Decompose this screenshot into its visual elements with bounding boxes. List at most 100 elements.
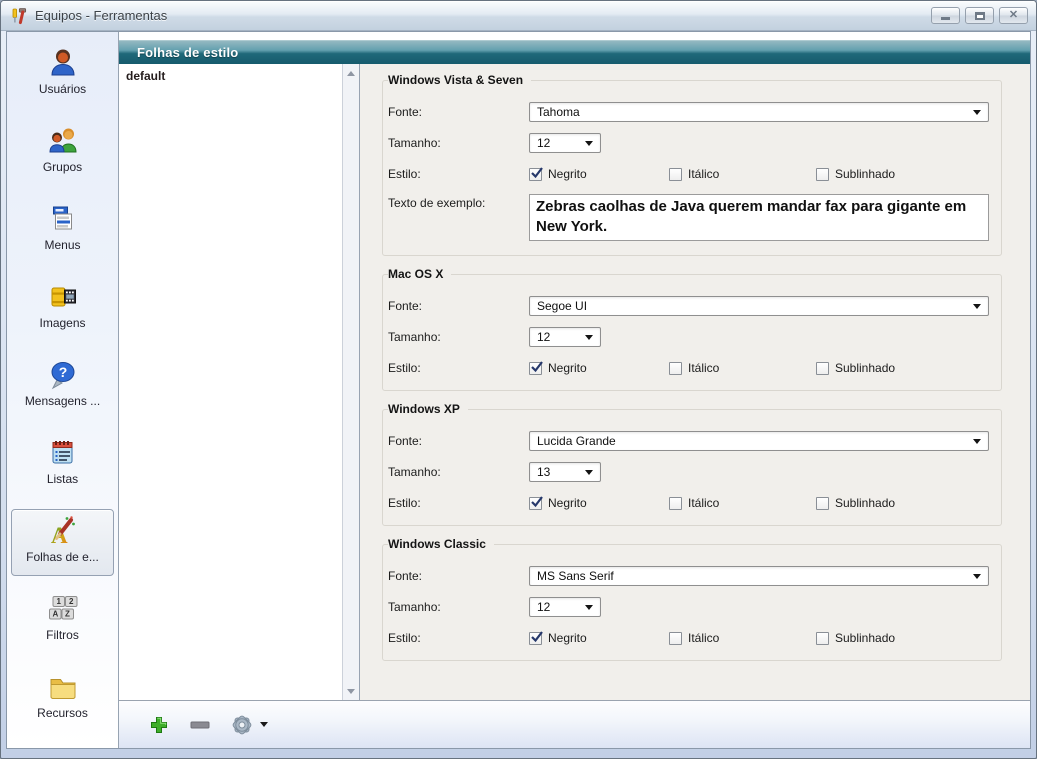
underline-checkbox-group[interactable]: Sublinhado [816,167,895,181]
underline-checkbox-label: Sublinhado [835,361,895,375]
size-label: Tamanho: [388,330,529,344]
size-select[interactable]: 13 [529,462,601,482]
section-title: Folhas de estilo [137,45,238,60]
italic-checkbox-group[interactable]: Itálico [669,496,816,510]
font-label: Fonte: [388,569,529,583]
minus-icon [190,721,210,729]
italic-checkbox-group[interactable]: Itálico [669,167,816,181]
sidebar-item-imagens[interactable]: Imagens [11,275,114,342]
sidebar-item-recursos[interactable]: Recursos [11,665,114,732]
sample-label: Texto de exemplo: [388,194,529,210]
bold-checkbox[interactable] [529,362,542,375]
italic-checkbox-group[interactable]: Itálico [669,631,816,645]
size-select-value: 12 [537,136,550,150]
bold-checkbox-label: Negrito [548,496,587,510]
menu-window-icon [47,201,79,237]
bold-checkbox-group[interactable]: Negrito [529,631,669,645]
group-windows-classic: Windows Classic Fonte: MS Sans Serif Tam… [382,544,1002,661]
font-select-value: Lucida Grande [537,434,616,448]
size-select-value: 12 [537,330,550,344]
underline-checkbox[interactable] [816,362,829,375]
sidebar-item-label: Recursos [37,706,88,720]
scroll-up-button[interactable] [345,67,358,79]
actions-menu-button[interactable] [231,714,268,736]
underline-checkbox[interactable] [816,632,829,645]
list-item-default[interactable]: default [119,66,342,86]
list-scrollbar[interactable] [342,64,359,700]
font-select[interactable]: Tahoma [529,102,989,122]
size-select[interactable]: 12 [529,133,601,153]
sidebar-item-label: Grupos [43,160,82,174]
add-button[interactable] [149,715,169,735]
sidebar-item-listas[interactable]: Listas [11,431,114,498]
italic-checkbox[interactable] [669,362,682,375]
remove-button[interactable] [190,721,210,729]
underline-checkbox-group[interactable]: Sublinhado [816,361,895,375]
italic-checkbox-label: Itálico [688,361,719,375]
film-roll-icon [47,279,79,315]
chevron-down-icon [585,335,593,340]
chevron-down-icon [585,470,593,475]
close-button[interactable]: ✕ [999,7,1028,24]
style-settings-panel: Windows Vista & Seven Fonte: Tahoma Tama… [360,64,1030,700]
stylesheet-list[interactable]: default [119,64,342,700]
group-title: Windows Vista & Seven [388,73,531,87]
bold-checkbox[interactable] [529,168,542,181]
style-label: Estilo: [388,631,529,645]
italic-checkbox[interactable] [669,632,682,645]
bold-checkbox-label: Negrito [548,167,587,181]
maximize-button[interactable] [965,7,994,24]
bold-checkbox-group[interactable]: Negrito [529,167,669,181]
chevron-down-icon [973,439,981,444]
bold-checkbox-group[interactable]: Negrito [529,361,669,375]
sidebar-item-label: Folhas de e... [26,550,99,564]
font-select[interactable]: Segoe UI [529,296,989,316]
sidebar-item-mensagens[interactable]: ? Mensagens ... [11,353,114,420]
sidebar-item-menus[interactable]: Menus [11,197,114,264]
sidebar-item-folhas-de-estilo[interactable]: A Folhas de e... [11,509,114,576]
underline-checkbox-label: Sublinhado [835,167,895,181]
bold-checkbox-group[interactable]: Negrito [529,496,669,510]
scroll-down-button[interactable] [345,685,358,697]
group-title: Windows XP [388,402,468,416]
sidebar-item-grupos[interactable]: Grupos [11,119,114,186]
italic-checkbox[interactable] [669,168,682,181]
check-icon [530,630,544,644]
sidebar-item-filtros[interactable]: 12 AZ Filtros [11,587,114,654]
bold-checkbox-label: Negrito [548,631,587,645]
size-select[interactable]: 12 [529,597,601,617]
italic-checkbox-label: Itálico [688,496,719,510]
group-title: Windows Classic [388,537,494,551]
scroll-down-icon [347,689,355,694]
group-title: Mac OS X [388,267,451,281]
sidebar-item-usuarios[interactable]: Usuários [11,41,114,108]
underline-checkbox-group[interactable]: Sublinhado [816,631,895,645]
italic-checkbox[interactable] [669,497,682,510]
check-icon [530,166,544,180]
size-label: Tamanho: [388,136,529,150]
underline-checkbox[interactable] [816,168,829,181]
bold-checkbox[interactable] [529,497,542,510]
sidebar-item-label: Menus [44,238,80,252]
app-window: Equipos - Ferramentas ✕ Usuários [0,0,1037,759]
window-content: Usuários Grupos [6,31,1031,749]
minimize-button[interactable] [931,7,960,24]
scroll-up-icon [347,71,355,76]
size-select[interactable]: 12 [529,327,601,347]
svg-text:A: A [52,610,58,619]
font-select[interactable]: Lucida Grande [529,431,989,451]
title-bar: Equipos - Ferramentas ✕ [1,1,1036,31]
size-label: Tamanho: [388,600,529,614]
size-select-value: 12 [537,600,550,614]
stylesheet-icon: A [47,513,79,549]
underline-checkbox-group[interactable]: Sublinhado [816,496,895,510]
chevron-down-icon [585,141,593,146]
font-label: Fonte: [388,105,529,119]
bold-checkbox[interactable] [529,632,542,645]
font-select[interactable]: MS Sans Serif [529,566,989,586]
gear-icon [231,714,253,736]
underline-checkbox[interactable] [816,497,829,510]
chevron-down-icon [260,722,268,727]
italic-checkbox-group[interactable]: Itálico [669,361,816,375]
style-label: Estilo: [388,496,529,510]
